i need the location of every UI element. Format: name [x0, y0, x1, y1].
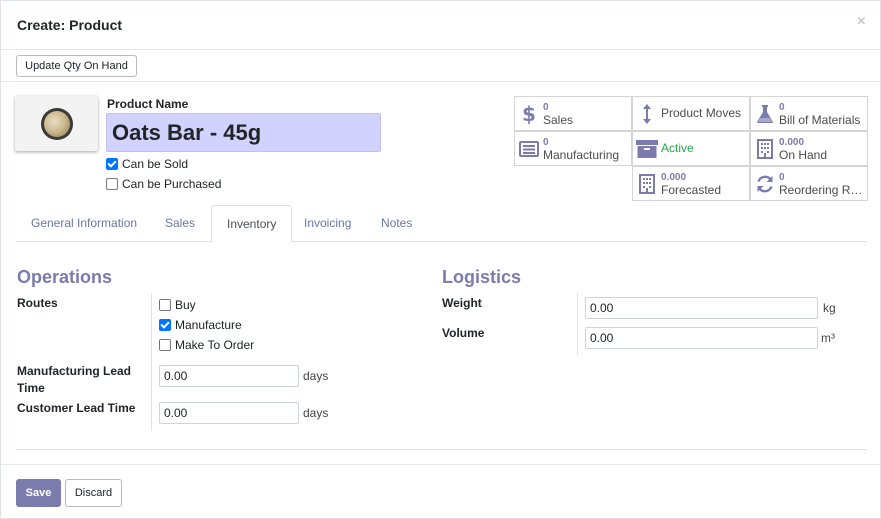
- flask-icon: [751, 104, 779, 124]
- route-buy-checkbox[interactable]: [159, 299, 171, 311]
- close-icon[interactable]: ×: [857, 14, 866, 30]
- mfg-lead-time-input[interactable]: 0.00: [159, 365, 299, 387]
- save-button[interactable]: Save: [16, 479, 61, 507]
- product-dialog: Create: Product × Update Qty On Hand Pro…: [0, 0, 881, 519]
- tab-sales[interactable]: Sales: [150, 205, 210, 242]
- weight-unit: kg: [823, 301, 836, 315]
- logistics-divider: [577, 293, 578, 355]
- volume-unit: m³: [821, 331, 835, 345]
- route-make-to-order-label: Make To Order: [175, 338, 255, 352]
- weight-input[interactable]: 0.00: [585, 297, 818, 319]
- operations-title: Operations: [17, 267, 113, 287]
- tab-notes[interactable]: Notes: [366, 205, 427, 242]
- customer-lead-time-unit: days: [303, 406, 329, 420]
- dialog-header: Create: Product ×: [1, 1, 880, 50]
- volume-input[interactable]: 0.00: [585, 327, 818, 349]
- route-buy[interactable]: Buy: [159, 298, 196, 312]
- active-label: Active: [661, 141, 694, 155]
- building-icon: [751, 138, 779, 159]
- smart-button-manufacturing[interactable]: 0 Manufacturing: [514, 131, 632, 166]
- sales-label: Sales: [543, 113, 574, 127]
- routes-label: Routes: [17, 296, 58, 310]
- route-manufacture-label: Manufacture: [175, 318, 242, 332]
- product-name-input[interactable]: Oats Bar - 45g: [106, 113, 381, 152]
- product-moves-label: Product Moves: [661, 106, 742, 120]
- building-icon: [633, 173, 661, 194]
- manufacturing-count: 0: [543, 136, 549, 148]
- can-be-sold-label: Can be Sold: [122, 157, 189, 171]
- smart-button-sales[interactable]: $ 0 Sales: [514, 96, 632, 131]
- forecasted-label: Forecasted: [661, 183, 722, 197]
- tab-invoicing[interactable]: Invoicing: [289, 205, 366, 242]
- statusbar: Update Qty On Hand: [1, 50, 880, 82]
- smart-button-on-hand[interactable]: 0.000 On Hand: [750, 131, 868, 166]
- route-buy-label: Buy: [175, 298, 196, 312]
- operations-divider: [151, 293, 152, 431]
- up-down-arrows-icon: [633, 103, 661, 125]
- dialog-title: Create: Product: [17, 17, 123, 33]
- tab-general-information[interactable]: General Information: [16, 205, 152, 242]
- mfg-lead-time-unit: days: [303, 369, 329, 383]
- smart-button-reordering-rules[interactable]: 0 Reordering Rules: [750, 166, 868, 201]
- weight-label: Weight: [442, 296, 482, 310]
- product-name-label: Product Name: [107, 97, 189, 111]
- notebook-tabs: General Information Sales Inventory Invo…: [16, 205, 867, 243]
- product-image[interactable]: [15, 96, 98, 151]
- manufacturing-label: Manufacturing: [543, 148, 620, 162]
- forecasted-value: 0.000: [661, 171, 687, 183]
- archive-icon: [633, 139, 661, 158]
- on-hand-value: 0.000: [779, 136, 805, 148]
- can-be-purchased-row[interactable]: Can be Purchased: [106, 177, 221, 191]
- customer-lead-time-input[interactable]: 0.00: [159, 402, 299, 424]
- volume-label: Volume: [442, 326, 485, 340]
- route-make-to-order[interactable]: Make To Order: [159, 338, 254, 352]
- bom-label: Bill of Materials: [779, 113, 861, 127]
- smart-button-active[interactable]: Active: [632, 131, 750, 166]
- smart-button-forecasted[interactable]: 0.000 Forecasted: [632, 166, 750, 201]
- on-hand-label: On Hand: [779, 148, 828, 162]
- sheet-bottom-divider: [16, 449, 867, 450]
- list-icon: [515, 140, 543, 157]
- oats-bar-photo: [40, 107, 73, 140]
- smart-button-bom[interactable]: 0 Bill of Materials: [750, 96, 868, 131]
- route-manufacture-checkbox[interactable]: [159, 319, 171, 331]
- refresh-icon: [751, 174, 779, 194]
- sales-count: 0: [543, 101, 549, 113]
- can-be-purchased-checkbox[interactable]: [106, 178, 118, 190]
- can-be-sold-checkbox[interactable]: [106, 158, 118, 170]
- logistics-title: Logistics: [442, 267, 522, 287]
- route-make-to-order-checkbox[interactable]: [159, 339, 171, 351]
- smart-button-product-moves[interactable]: Product Moves: [632, 96, 750, 131]
- can-be-purchased-label: Can be Purchased: [122, 177, 222, 191]
- svg-text:$: $: [522, 103, 536, 125]
- discard-button[interactable]: Discard: [65, 479, 122, 507]
- can-be-sold-row[interactable]: Can be Sold: [106, 157, 188, 171]
- footer-divider: [1, 464, 880, 465]
- bom-count: 0: [779, 101, 785, 113]
- route-manufacture[interactable]: Manufacture: [159, 318, 242, 332]
- reordering-label: Reordering Rules: [779, 183, 865, 197]
- tab-inventory[interactable]: Inventory: [211, 205, 293, 243]
- mfg-lead-time-label: Manufacturing Lead Time: [17, 364, 132, 395]
- dollar-icon: $: [515, 103, 543, 125]
- customer-lead-time-label: Customer Lead Time: [17, 401, 136, 415]
- update-qty-button[interactable]: Update Qty On Hand: [16, 55, 137, 77]
- reordering-count: 0: [779, 171, 785, 183]
